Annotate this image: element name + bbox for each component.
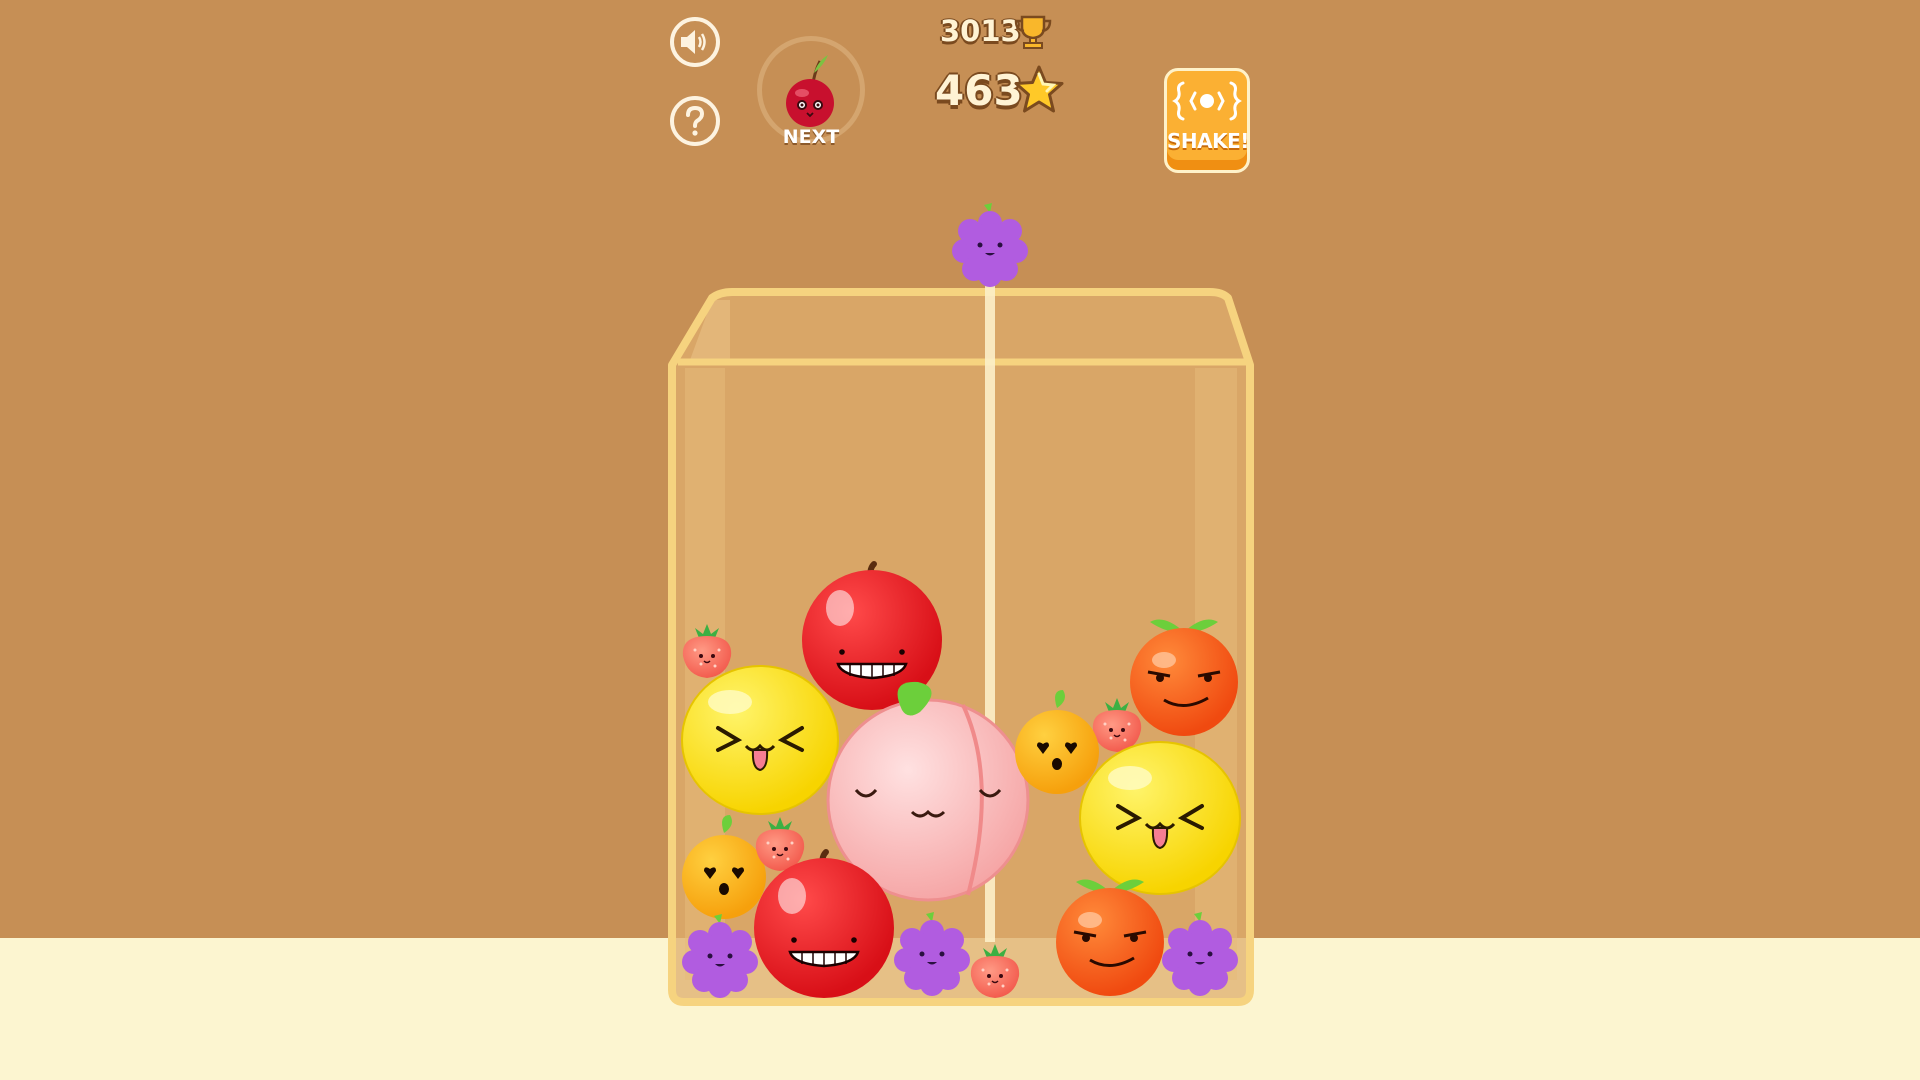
fruit-lemon (681, 665, 839, 815)
fruit-lemon (1079, 741, 1241, 895)
play-area[interactable] (0, 0, 1920, 1080)
dropper-grape[interactable] (952, 203, 1028, 287)
